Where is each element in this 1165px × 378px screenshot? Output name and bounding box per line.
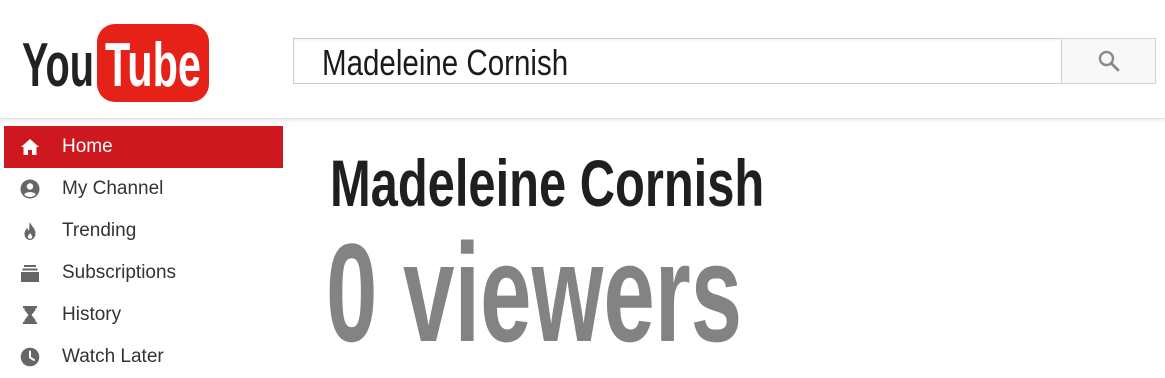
- sidebar-item-label: History: [62, 304, 122, 325]
- sidebar-item-my-channel[interactable]: My Channel: [4, 168, 283, 210]
- sidebar-item-trending[interactable]: Trending: [4, 210, 283, 252]
- sidebar-item-label: My Channel: [62, 178, 164, 199]
- search-icon: [1098, 50, 1119, 72]
- youtube-logo[interactable]: You Tube: [22, 24, 212, 102]
- viewer-count: 0 viewers: [326, 214, 743, 371]
- sidebar-item-home[interactable]: Home: [4, 126, 283, 168]
- top-header: You Tube Madeleine Cornish: [0, 0, 1165, 119]
- logo-you-text: You: [22, 31, 94, 100]
- home-icon: [20, 137, 40, 157]
- subscriptions-icon: [20, 263, 40, 283]
- search-input[interactable]: Madeleine Cornish: [293, 38, 1061, 84]
- clock-icon: [20, 347, 40, 367]
- hourglass-icon: [20, 305, 40, 325]
- account-icon: [20, 179, 40, 199]
- youtube-logo-graphic: You Tube: [22, 24, 209, 102]
- flame-icon: [20, 221, 40, 241]
- search-button[interactable]: [1061, 38, 1156, 84]
- logo-tube-text: Tube: [105, 31, 201, 100]
- sidebar-item-label: Subscriptions: [62, 262, 177, 283]
- sidebar-item-label: Trending: [62, 220, 137, 241]
- sidebar-item-label: Home: [62, 136, 113, 157]
- sidebar-item-label: Watch Later: [62, 346, 164, 367]
- sidebar-item-watch-later[interactable]: Watch Later: [4, 336, 283, 378]
- sidebar-nav: Home My Channel Trending Subscriptions H…: [0, 126, 283, 378]
- search-query-text[interactable]: Madeleine Cornish: [322, 43, 568, 83]
- sidebar-item-history[interactable]: History: [4, 294, 283, 336]
- channel-name-heading: Madeleine Cornish: [330, 146, 765, 220]
- sidebar-item-subscriptions[interactable]: Subscriptions: [4, 252, 283, 294]
